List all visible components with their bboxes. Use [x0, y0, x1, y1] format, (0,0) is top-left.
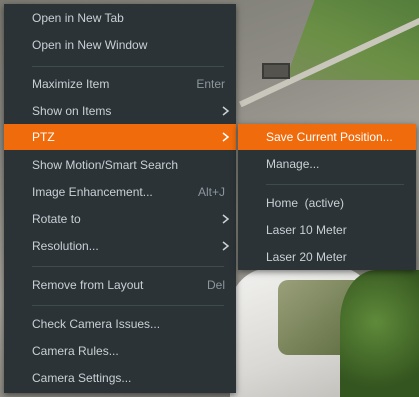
menu-item-label: Laser 20 Meter	[266, 250, 347, 264]
menu-item-rotate-to[interactable]: Rotate to	[4, 206, 236, 232]
shortcut-label: Alt+J	[197, 185, 225, 199]
menu-item-image-enhancement[interactable]: Image Enhancement... Alt+J	[4, 179, 236, 205]
menu-separator	[32, 266, 224, 267]
menu-item-resolution[interactable]: Resolution...	[4, 233, 236, 259]
menu-item-label: Resolution...	[32, 239, 99, 253]
menu-item-label: Save Current Position...	[266, 130, 393, 144]
feed-bush	[340, 270, 419, 397]
menu-item-label: PTZ	[32, 130, 55, 144]
menu-item-label: Laser 10 Meter	[266, 223, 347, 237]
menu-item-show-on-items[interactable]: Show on Items	[4, 98, 236, 124]
menu-item-label: Camera Rules...	[32, 344, 119, 358]
menu-item-remove-from-layout[interactable]: Remove from Layout Del	[4, 272, 236, 298]
shortcut-label: Enter	[196, 77, 225, 91]
menu-item-label: Open in New Tab	[32, 11, 124, 25]
ptz-item-save-current-position[interactable]: Save Current Position...	[238, 124, 416, 150]
menu-item-label: Rotate to	[32, 212, 81, 226]
ptz-submenu: Save Current Position... Manage... Home …	[238, 124, 416, 270]
menu-item-ptz[interactable]: PTZ	[4, 124, 236, 150]
menu-item-label: Manage...	[266, 157, 320, 171]
ptz-item-home-active[interactable]: Home (active)	[238, 190, 416, 216]
chevron-right-icon	[220, 131, 232, 143]
menu-item-label: Home (active)	[266, 196, 345, 210]
menu-item-label: Image Enhancement...	[32, 185, 153, 199]
menu-item-label: Remove from Layout	[32, 278, 144, 292]
chevron-right-icon	[220, 240, 232, 252]
menu-item-label: Maximize Item	[32, 77, 110, 91]
feed-drain	[262, 63, 290, 79]
menu-item-label: Show Motion/Smart Search	[32, 158, 179, 172]
menu-item-open-new-window[interactable]: Open in New Window	[4, 32, 236, 58]
menu-item-label: Check Camera Issues...	[32, 317, 161, 331]
chevron-right-icon	[220, 105, 232, 117]
ptz-item-manage[interactable]: Manage...	[238, 151, 416, 177]
chevron-right-icon	[220, 213, 232, 225]
menu-item-camera-rules[interactable]: Camera Rules...	[4, 338, 236, 364]
context-menu: Open in New Tab Open in New Window Maxim…	[4, 4, 236, 393]
menu-item-label: Show on Items	[32, 104, 112, 118]
menu-item-maximize-item[interactable]: Maximize Item Enter	[4, 71, 236, 97]
menu-item-label: Open in New Window	[32, 38, 148, 52]
menu-item-show-motion-smart-search[interactable]: Show Motion/Smart Search	[4, 152, 236, 178]
menu-item-open-new-tab[interactable]: Open in New Tab	[4, 5, 236, 31]
menu-separator	[266, 184, 404, 185]
ptz-item-laser-10-meter[interactable]: Laser 10 Meter	[238, 217, 416, 243]
menu-item-label: Camera Settings...	[32, 371, 132, 385]
feed-lawn	[285, 0, 419, 80]
menu-separator	[32, 66, 224, 67]
ptz-item-laser-20-meter[interactable]: Laser 20 Meter	[238, 244, 416, 270]
shortcut-label: Del	[206, 278, 225, 292]
menu-separator	[32, 305, 224, 306]
menu-item-check-camera-issues[interactable]: Check Camera Issues...	[4, 311, 236, 337]
menu-item-camera-settings[interactable]: Camera Settings...	[4, 365, 236, 391]
